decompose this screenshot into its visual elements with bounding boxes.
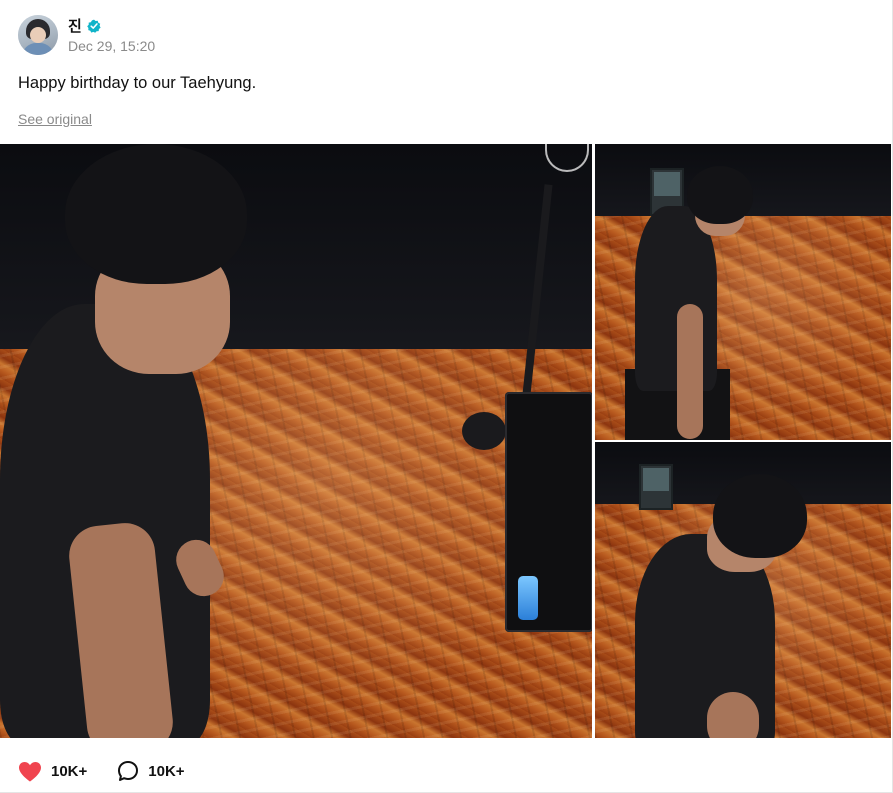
comment-button[interactable]: 10K+ [117,760,185,782]
person-arm [707,692,759,738]
like-button[interactable]: 10K+ [18,761,87,782]
author-name[interactable]: 진 [68,17,82,35]
heart-icon [18,761,42,782]
post-actions: 10K+ 10K+ [18,758,185,784]
person-hair [713,474,807,558]
post-text: Happy birthday to our Taehyung. [18,74,257,92]
post-card: 진 Dec 29, 15:20 Happy birthday to our Ta… [0,0,893,793]
avatar-face [30,27,46,43]
media-grid [0,144,893,738]
see-original-link[interactable]: See original [18,110,92,128]
water-bottle [518,576,538,620]
author-avatar[interactable] [18,15,58,55]
photo-top-right[interactable] [595,144,891,440]
photo-bottom-right[interactable] [595,442,891,738]
verified-badge-icon [87,19,101,33]
background-door [639,464,673,510]
photo-main[interactable] [0,144,592,738]
post-header: 진 Dec 29, 15:20 [18,15,155,55]
hoop-base [462,412,506,450]
author-meta: 진 Dec 29, 15:20 [68,17,155,54]
post-timestamp: Dec 29, 15:20 [68,37,156,54]
comment-bubble-icon [117,760,139,782]
person-arm [677,304,703,439]
person-shirt [635,206,717,391]
author-name-row: 진 [68,17,155,35]
person-hair [687,166,753,224]
like-count: 10K+ [51,762,88,780]
comment-count: 10K+ [148,762,185,780]
person-hair [65,144,247,284]
